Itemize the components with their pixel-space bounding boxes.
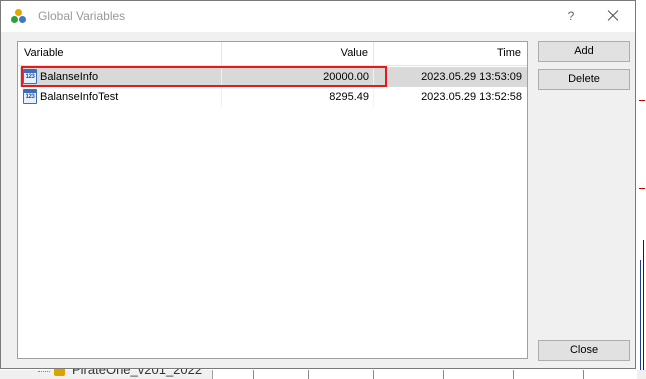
table-row[interactable]: 123 BalanseInfoTest 8295.49 2023.05.29 1…	[20, 87, 527, 107]
tree-connector	[38, 371, 50, 372]
variable-time: 2023.05.29 13:53:09	[421, 71, 522, 83]
variable-value: 20000.00	[323, 71, 369, 83]
add-button[interactable]: Add	[538, 41, 630, 62]
close-button[interactable]: Close	[538, 340, 630, 361]
chart-tick-mark	[639, 188, 645, 189]
column-header-value[interactable]: Value	[222, 42, 368, 65]
variable-name: BalanseInfo	[40, 71, 99, 83]
column-header-time[interactable]: Time	[374, 42, 521, 65]
help-button[interactable]: ?	[556, 5, 586, 27]
variable-name: BalanseInfoTest	[40, 91, 119, 103]
variables-list[interactable]: Variable Value Time 123 BalanseInfo 2000…	[17, 41, 528, 359]
background-chart-strip	[212, 370, 637, 379]
chart-line	[640, 260, 641, 379]
title-bar[interactable]: Global Variables ?	[1, 1, 635, 32]
variable-time: 2023.05.29 13:52:58	[421, 91, 522, 103]
global-variables-icon	[11, 9, 27, 25]
global-variables-dialog: Global Variables ? Variable Value Time 1…	[0, 0, 636, 369]
variable-icon: 123	[23, 89, 37, 104]
chart-tick-mark	[639, 100, 645, 101]
variable-value: 8295.49	[329, 91, 369, 103]
column-header-variable[interactable]: Variable	[24, 42, 220, 65]
delete-button[interactable]: Delete	[538, 69, 630, 90]
dialog-title: Global Variables	[38, 9, 126, 23]
table-row[interactable]: 123 BalanseInfo 20000.00 2023.05.29 13:5…	[20, 67, 527, 87]
close-icon[interactable]	[598, 5, 628, 27]
chart-line	[643, 240, 644, 379]
background-chart-edge	[636, 0, 646, 379]
variable-icon: 123	[23, 69, 37, 84]
list-header: Variable Value Time	[18, 42, 527, 66]
